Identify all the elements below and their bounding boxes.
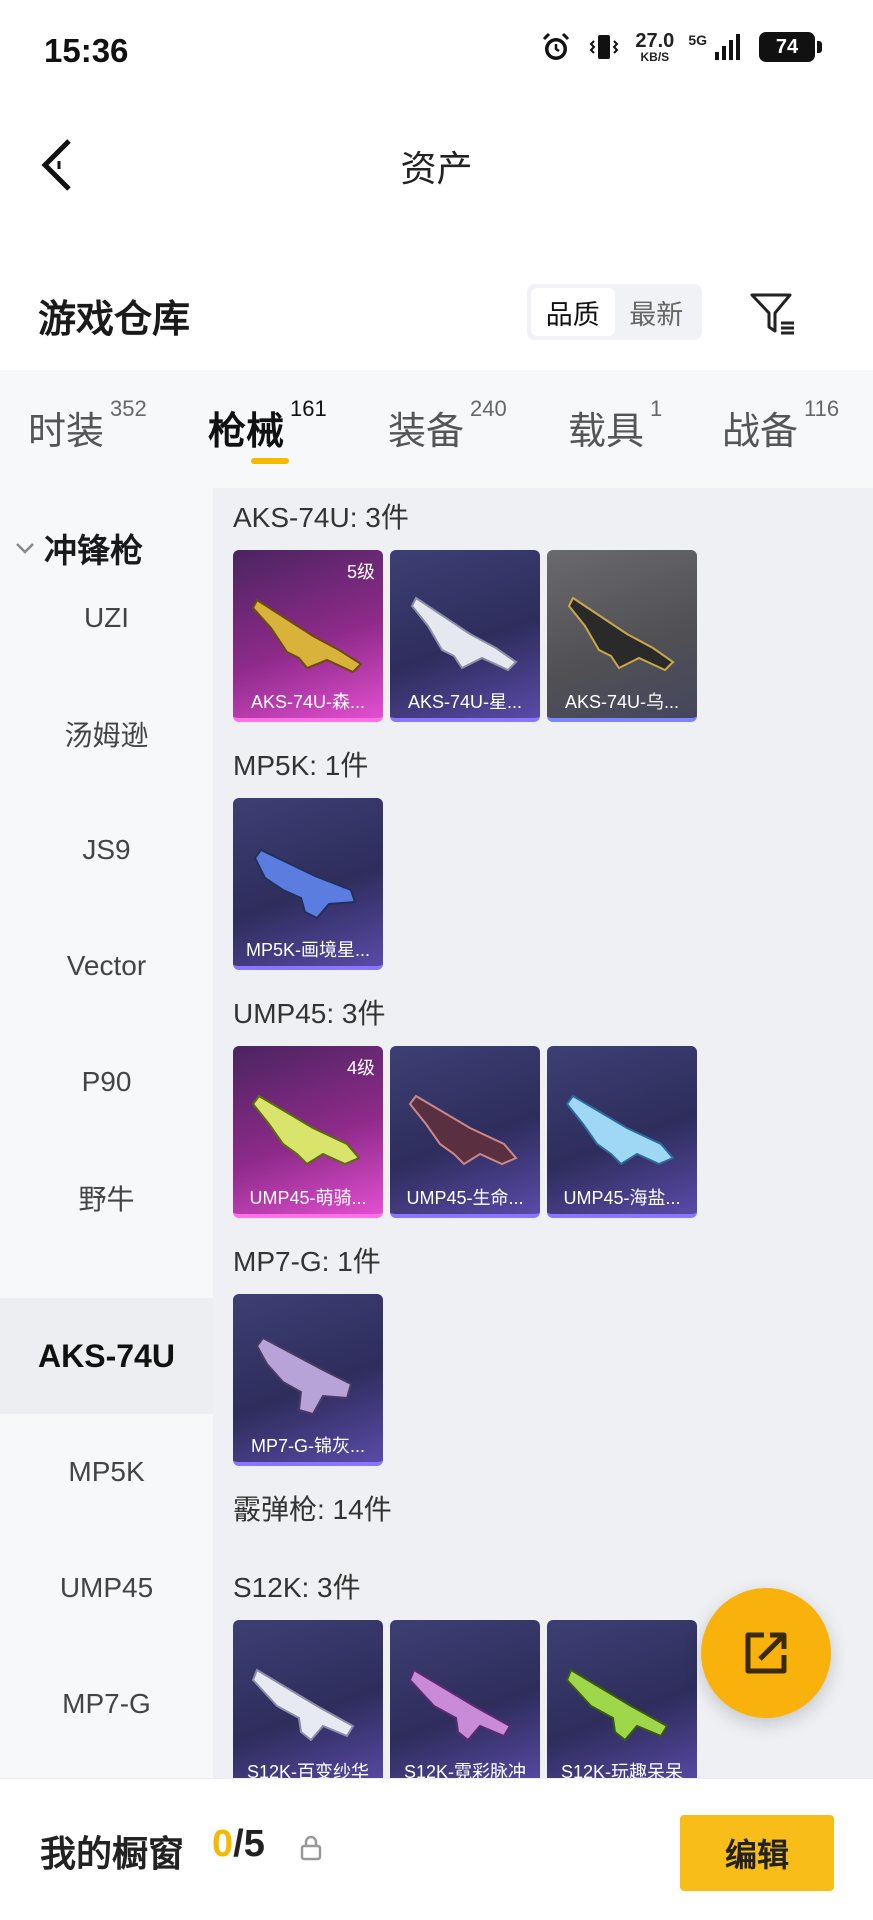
active-tab-indicator [251,458,289,464]
tab-label: 时装 [28,411,105,453]
skin-name: S12K-百变纱华 [246,1762,370,1778]
tab-vehicles[interactable]: 载具 1 [568,396,662,455]
tab-count: 240 [470,396,507,421]
skin-name: MP5K-画境星... [245,940,370,960]
sidebar-item-vector[interactable]: Vector [0,908,213,1024]
section-title: UMP45: 3件 [233,998,386,1029]
sidebar-item-ump45[interactable]: UMP45 [0,1530,213,1646]
tab-count: 352 [110,396,147,421]
tab-label: 载具 [568,411,645,453]
tab-supplies[interactable]: 战备 116 [722,396,839,455]
skin-card[interactable]: MP7-G-锦灰... [233,1294,383,1466]
skin-card[interactable]: S12K-玩趣呆呆 [547,1620,697,1778]
gun-icon [253,848,357,920]
gun-icon [251,598,363,674]
status-bar: 15:36 27.0 KB/S 5G 74 [0,0,873,100]
sidebar-item-uzi[interactable]: UZI [0,560,213,676]
edit-button[interactable]: 编辑 [680,1815,834,1891]
tab-count: 116 [804,396,840,421]
section-title: MP7-G: 1件 [233,1246,381,1277]
skin-name: UMP45-海盐... [563,1188,681,1208]
tab-label: 战备 [722,411,799,453]
tab-count: 1 [650,396,663,421]
chevron-down-icon [16,543,34,554]
skin-card[interactable]: MP5K-画境星... [233,798,383,970]
section-title: AKS-74U: 3件 [233,502,409,533]
skin-card[interactable]: UMP45-生命... [390,1046,540,1218]
section-title: 霰弹枪: 14件 [233,1494,392,1525]
showcase-count-total: /5 [233,1823,265,1865]
share-button[interactable] [701,1588,831,1718]
skin-name: MP7-G-锦灰... [250,1436,365,1456]
status-time: 15:36 [44,32,129,69]
showcase-count-current: 0 [212,1823,234,1865]
sidebar-item-mp7g[interactable]: MP7-G [0,1646,213,1762]
skin-name: UMP45-生命... [406,1188,524,1208]
page-header: 资产 [0,100,873,230]
skin-card[interactable]: 5级 AKS-74U-森... [233,550,383,722]
signal-icon [715,34,740,60]
skin-name: S12K-玩趣呆呆 [560,1762,684,1778]
tab-label: 枪械 [208,411,285,453]
sidebar-item-mp5k[interactable]: MP5K [0,1414,213,1530]
category-tabs: 时装 352 枪械 161 装备 240 载具 1 战备 116 [0,370,873,488]
skin-card[interactable]: S12K-百变纱华 [233,1620,383,1778]
skin-card[interactable]: 4级 UMP45-萌骑... [233,1046,383,1218]
gun-icon [565,1668,669,1742]
gun-icon [410,596,518,672]
network-speed: 27.0 KB/S [635,31,674,63]
alarm-icon [543,32,570,60]
gun-icon [251,1094,361,1166]
weapon-sidebar: 冲锋枪 UZI 汤姆逊 JS9 Vector P90 野牛 AKS-74U MP… [0,488,213,1778]
vibrate-icon [589,35,619,59]
status-icons: 27.0 KB/S 5G 74 [539,30,822,64]
gun-icon [567,596,675,672]
sidebar-item-bizon[interactable]: 野牛 [0,1140,213,1256]
repository-header: 游戏仓库 品质 最新 [0,270,873,360]
sort-quality-button[interactable]: 品质 [531,288,615,336]
battery-icon: 74 [759,32,822,62]
battery-level: 74 [775,35,799,58]
filter-icon [750,293,794,335]
tab-count: 161 [290,396,327,421]
skin-card[interactable]: AKS-74U-乌... [547,550,697,722]
lock-icon [300,1835,322,1861]
gun-icon [251,1668,355,1742]
showcase-bar: 我的橱窗 0/5 编辑 [0,1778,873,1920]
network-speed-value: 27.0 [635,30,675,52]
showcase-label: 我的橱窗 [40,1833,185,1874]
skin-card[interactable]: S12K-霓彩脉冲 [390,1620,540,1778]
skin-name: AKS-74U-乌... [564,692,680,712]
tab-fashion[interactable]: 时装 352 [28,396,147,455]
sidebar-item-aks74u[interactable]: AKS-74U [0,1298,213,1414]
sort-toggle: 品质 最新 [527,284,702,340]
skin-name: S12K-霓彩脉冲 [403,1762,527,1778]
repository-title: 游戏仓库 [38,299,191,341]
skin-name: AKS-74U-星... [407,692,523,712]
showcase-count: 0/5 [212,1823,265,1866]
section-title: MP5K: 1件 [233,750,369,781]
sidebar-item-p90[interactable]: P90 [0,1024,213,1140]
weapon-content: AKS-74U: 3件 5级 AKS-74U-森... AKS-74U-星...… [213,488,873,1778]
gun-icon [255,1336,353,1416]
filter-button[interactable] [745,286,801,342]
skin-name: UMP45-萌骑... [249,1188,367,1208]
share-icon [745,1632,787,1674]
network-speed-unit: KB/S [640,50,670,64]
tab-firearms[interactable]: 枪械 161 [208,396,327,455]
page-title: 资产 [400,148,473,189]
section-title: S12K: 3件 [233,1572,361,1603]
sidebar-item-thompson[interactable]: 汤姆逊 [0,676,213,792]
gun-icon [408,1668,512,1742]
skin-card[interactable]: AKS-74U-星... [390,550,540,722]
gun-icon [408,1094,518,1166]
sort-latest-button[interactable]: 最新 [615,288,699,336]
sidebar-item-js9[interactable]: JS9 [0,792,213,908]
network-type: 5G [688,32,707,48]
tab-label: 装备 [388,411,465,453]
gun-icon [565,1094,675,1166]
skin-name: AKS-74U-森... [250,692,366,712]
tab-equipment[interactable]: 装备 240 [388,396,507,455]
skin-card[interactable]: UMP45-海盐... [547,1046,697,1218]
